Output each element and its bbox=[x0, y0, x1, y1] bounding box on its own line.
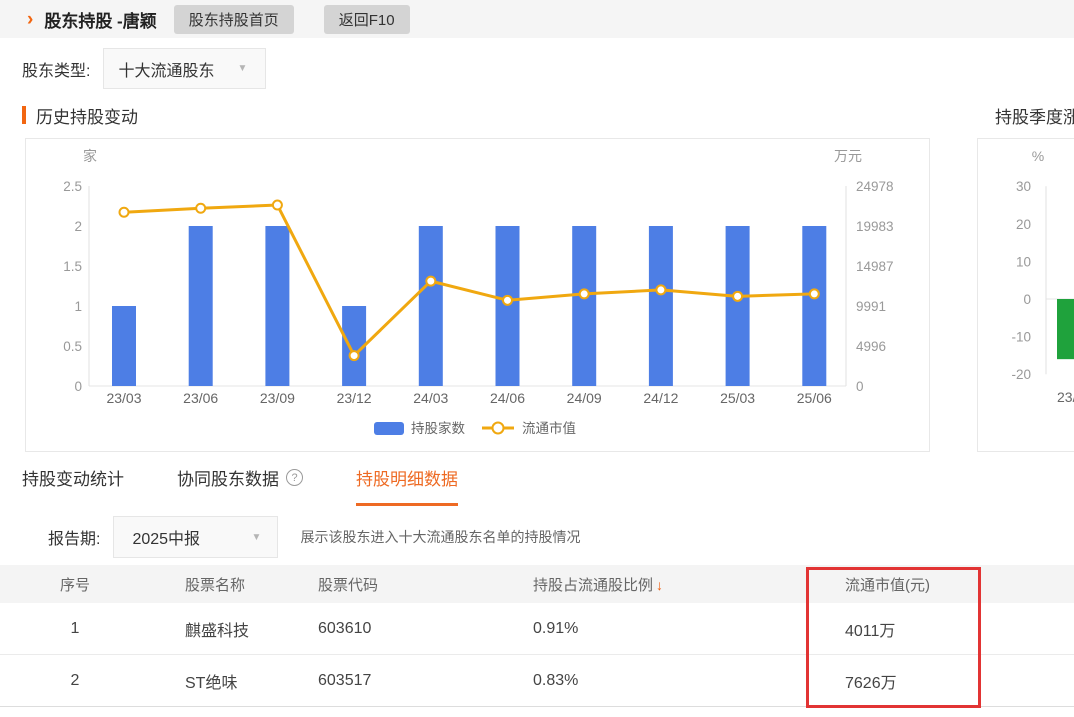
table-cell: 7626万 bbox=[845, 674, 897, 692]
shareholder-type-value: 十大流通股东 bbox=[118, 62, 215, 80]
svg-text:30: 30 bbox=[1016, 179, 1031, 194]
svg-text:9991: 9991 bbox=[856, 299, 886, 314]
svg-text:24978: 24978 bbox=[856, 179, 894, 194]
svg-text:23/09: 23/09 bbox=[260, 390, 295, 406]
sort-desc-icon[interactable]: ↓ bbox=[656, 577, 663, 593]
svg-text:家: 家 bbox=[83, 148, 97, 164]
shareholder-type-label: 股东类型: bbox=[22, 62, 91, 80]
svg-text:24/09: 24/09 bbox=[567, 390, 602, 406]
breadcrumb-arrow-icon: › bbox=[27, 8, 34, 30]
table-header-label: 流通市值(元) bbox=[845, 576, 930, 594]
table-header-cell: 股票代码 bbox=[283, 574, 498, 595]
detail-tabs: 持股变动统计 协同股东数据? 持股明细数据 bbox=[22, 465, 458, 506]
shareholder-home-button[interactable]: 股东持股首页 bbox=[173, 4, 294, 34]
table-header-cell: 流通市值(元) bbox=[810, 574, 1074, 595]
quarter-change-chart: %30 20 10 0 -10 -20 23/03 bbox=[977, 138, 1074, 452]
help-question-icon[interactable]: ? bbox=[286, 469, 303, 486]
tab-0[interactable]: 持股变动统计 bbox=[22, 465, 124, 503]
tab-label: 持股变动统计 bbox=[22, 470, 124, 489]
table-row[interactable]: 2 ST绝味 603517 0.83% 7626万 bbox=[0, 655, 1074, 707]
table-cell: 麒盛科技 bbox=[185, 622, 250, 640]
svg-text:10: 10 bbox=[1016, 254, 1031, 269]
svg-text:25/03: 25/03 bbox=[720, 390, 755, 406]
tab-2[interactable]: 持股明细数据 bbox=[356, 465, 458, 506]
svg-text:万元: 万元 bbox=[834, 148, 862, 164]
svg-text:2: 2 bbox=[74, 219, 82, 234]
history-holdings-chart-svg: 家 万元 0 0.5 1 1.5 2 2.5 0 4996 9991 14987 19983 24978 2… bbox=[63, 148, 894, 436]
tab-label: 协同股东数据 bbox=[177, 470, 279, 489]
table-cell: 603517 bbox=[318, 671, 372, 689]
table-header-label: 序号 bbox=[59, 576, 90, 594]
table-header-row: 序号 股票名称 股票代码 持股占流通股比例 ↓ 流通市值(元) bbox=[0, 565, 1074, 603]
svg-text:-20: -20 bbox=[1011, 367, 1031, 382]
svg-text:19983: 19983 bbox=[856, 219, 894, 234]
table-cell: 0.83% bbox=[533, 671, 579, 689]
svg-text:24/12: 24/12 bbox=[643, 390, 678, 406]
svg-text:20: 20 bbox=[1016, 217, 1031, 232]
shareholder-type-select[interactable]: 十大流通股东 ▼ bbox=[103, 48, 267, 89]
quarter-section-title: 持股季度涨 bbox=[985, 104, 1074, 127]
history-holdings-chart: 家 万元 0 0.5 1 1.5 2 2.5 0 4996 9991 14987 19983 24978 2… bbox=[25, 138, 930, 452]
svg-text:14987: 14987 bbox=[856, 259, 894, 274]
history-section-title: 历史持股变动 bbox=[22, 104, 138, 127]
svg-text:0: 0 bbox=[856, 379, 864, 394]
report-period-value: 2025中报 bbox=[132, 531, 201, 548]
svg-text:25/06: 25/06 bbox=[797, 390, 832, 406]
page-title: 股东持股 -唐颖 bbox=[44, 11, 157, 31]
quarter-section-title-text: 持股季度涨 bbox=[995, 107, 1074, 127]
svg-text:持股家数: 持股家数 bbox=[411, 420, 465, 436]
table-cell: 2 bbox=[70, 671, 80, 689]
quarter-change-chart-svg: %30 20 10 0 -10 -20 23/03 bbox=[1011, 148, 1074, 405]
history-section-title-text: 历史持股变动 bbox=[36, 107, 138, 127]
table-header-cell[interactable]: 持股占流通股比例 ↓ bbox=[498, 574, 810, 595]
svg-text:0: 0 bbox=[1023, 292, 1031, 307]
svg-text:流通市值: 流通市值 bbox=[522, 420, 576, 436]
svg-text:4996: 4996 bbox=[856, 339, 886, 354]
chevron-down-icon: ▼ bbox=[251, 531, 262, 543]
table-row[interactable]: 1 麒盛科技 603610 0.91% 4011万 bbox=[0, 603, 1074, 655]
shareholder-type-row: 股东类型: 十大流通股东 ▼ bbox=[22, 48, 267, 89]
svg-text:23/12: 23/12 bbox=[337, 390, 372, 406]
top-bar: › 股东持股 -唐颖 股东持股首页 返回F10 bbox=[0, 0, 1074, 38]
table-header-label: 股票名称 bbox=[185, 576, 246, 594]
svg-text:2.5: 2.5 bbox=[63, 179, 82, 194]
svg-text:23/03: 23/03 bbox=[106, 390, 141, 406]
table-cell: 1 bbox=[70, 619, 80, 637]
table-header-cell: 股票名称 bbox=[150, 574, 283, 595]
tab-label: 持股明细数据 bbox=[356, 470, 458, 489]
svg-text:-10: -10 bbox=[1011, 330, 1031, 345]
report-period-label: 报告期: bbox=[48, 531, 101, 548]
svg-text:%: % bbox=[1032, 148, 1044, 164]
report-period-row: 报告期: 2025中报 ▼ 展示该股东进入十大流通股东名单的持股情况 bbox=[48, 516, 580, 558]
svg-text:23/03: 23/03 bbox=[1057, 389, 1074, 405]
report-period-description: 展示该股东进入十大流通股东名单的持股情况 bbox=[300, 529, 581, 545]
svg-text:0.5: 0.5 bbox=[63, 339, 82, 354]
svg-text:1.5: 1.5 bbox=[63, 259, 82, 274]
svg-text:23/06: 23/06 bbox=[183, 390, 218, 406]
report-period-select[interactable]: 2025中报 ▼ bbox=[113, 516, 279, 558]
table-header-cell: 序号 bbox=[0, 574, 150, 595]
chevron-down-icon: ▼ bbox=[237, 63, 248, 74]
tab-1[interactable]: 协同股东数据? bbox=[177, 465, 303, 503]
table-cell: 0.91% bbox=[533, 619, 579, 637]
table-header-label: 股票代码 bbox=[318, 576, 379, 594]
table-header-label: 持股占流通股比例 bbox=[533, 576, 654, 594]
table-cell: 603610 bbox=[318, 619, 372, 637]
back-f10-button[interactable]: 返回F10 bbox=[323, 4, 410, 34]
table-cell: ST绝味 bbox=[185, 674, 238, 692]
svg-text:24/03: 24/03 bbox=[413, 390, 448, 406]
table-cell: 4011万 bbox=[845, 622, 896, 640]
svg-text:24/06: 24/06 bbox=[490, 390, 525, 406]
section-accent-bar bbox=[22, 106, 26, 124]
svg-text:0: 0 bbox=[74, 379, 82, 394]
holdings-table: 序号 股票名称 股票代码 持股占流通股比例 ↓ 流通市值(元) 1 麒盛科技 603610 0.9… bbox=[0, 565, 1074, 707]
svg-text:1: 1 bbox=[74, 299, 82, 314]
